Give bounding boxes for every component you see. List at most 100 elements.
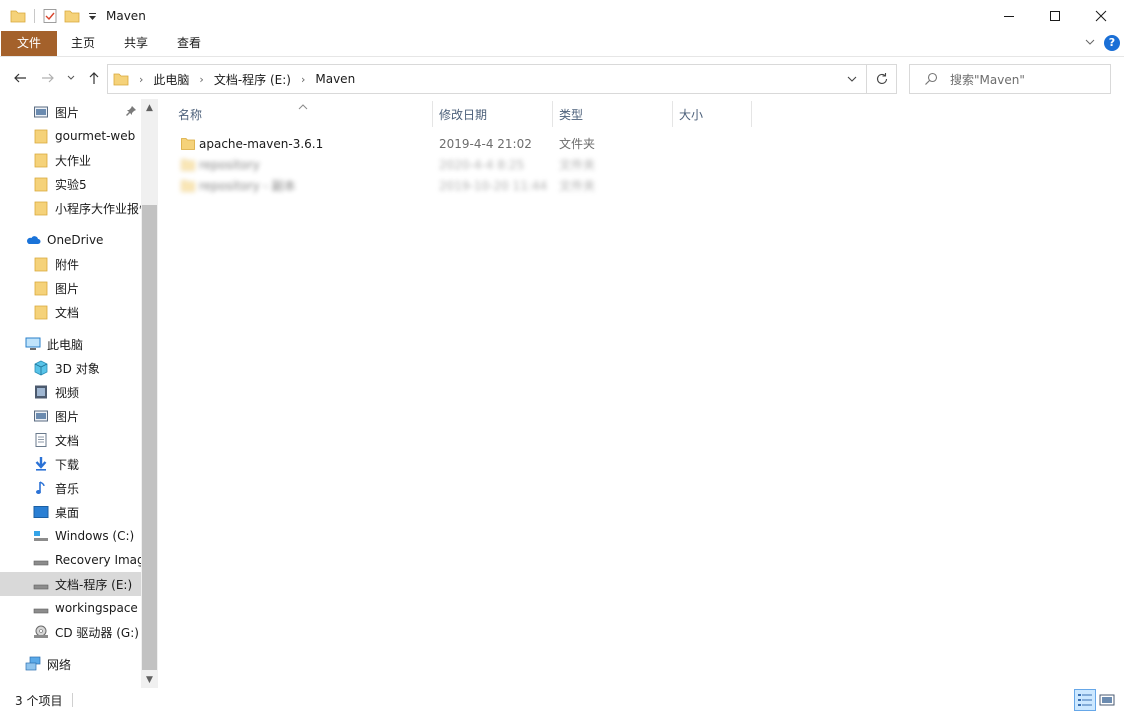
quick-access-toolbar: Maven [0,0,146,31]
ribbon-tabs: 文件 主页 共享 查看 ? [0,31,1124,57]
sidebar-item-3d-objects[interactable]: 3D 对象 [0,356,141,380]
music-icon [33,480,49,496]
close-button[interactable] [1078,0,1124,31]
folder-icon [33,200,49,216]
folder-icon [181,137,195,150]
table-row[interactable]: repository - 副本 2019-10-20 11:44 文件夹 [178,176,738,197]
sidebar-item-experiment5[interactable]: 实验5 [0,172,141,196]
refresh-icon [876,73,887,85]
back-button[interactable] [10,68,30,88]
new-folder-icon[interactable] [64,8,80,24]
table-row[interactable]: apache-maven-3.6.1 2019-4-4 21:02 文件夹 [178,134,738,155]
scroll-down-icon[interactable]: ▼ [141,671,158,688]
sidebar-item-onedrive-documents[interactable]: 文档 [0,300,141,324]
customize-toolbar-icon[interactable] [86,8,98,24]
expand-ribbon-icon[interactable] [1084,36,1096,51]
sidebar-item-music[interactable]: 音乐 [0,476,141,500]
sidebar-item-pictures[interactable]: 图片 [0,404,141,428]
scrollbar-thumb[interactable] [142,205,157,670]
file-type: 文件夹 [559,179,596,193]
sidebar-item-this-pc[interactable]: 此电脑 [0,332,141,356]
sidebar-item-drive-e[interactable]: 文档-程序 (E:) [0,572,141,596]
window-title: Maven [106,8,146,23]
folder-icon [33,280,49,296]
sidebar-item-workingspace[interactable]: workingspace [0,596,141,620]
sidebar-item-attachments[interactable]: 附件 [0,252,141,276]
details-view-icon [1078,694,1092,706]
tab-share[interactable]: 共享 [110,31,162,56]
help-icon[interactable]: ? [1104,35,1120,51]
table-row[interactable]: repository 2020-4-4 8:25 文件夹 [178,155,738,176]
minimize-button[interactable] [986,0,1032,31]
file-name: repository [199,158,260,172]
maximize-button[interactable] [1032,0,1078,31]
sidebar-item-downloads[interactable]: 下载 [0,452,141,476]
column-header-size[interactable]: 大小 [673,101,751,127]
scroll-up-icon[interactable]: ▲ [141,99,158,116]
address-dropdown-icon[interactable] [846,73,858,88]
pictures-icon [33,408,49,424]
file-date: 2020-4-4 8:25 [439,158,525,172]
up-button[interactable] [84,68,104,88]
video-icon [33,384,49,400]
chevron-right-icon[interactable]: › [301,73,305,86]
computer-icon [25,336,41,352]
drive-icon [33,576,49,592]
breadcrumb-this-pc[interactable]: 此电脑 [153,71,189,88]
forward-button[interactable] [38,68,58,88]
sidebar-item-network[interactable]: 网络 [0,652,141,676]
sidebar-item-videos[interactable]: 视频 [0,380,141,404]
folder-icon [33,304,49,320]
details-view-button[interactable] [1074,689,1096,711]
file-list: 名称 修改日期 类型 大小 apache-maven-3.6.1 2019-4-… [158,99,1124,688]
sidebar-item-onedrive-pictures[interactable]: 图片 [0,276,141,300]
search-input[interactable]: 搜索"Maven" [950,71,1025,88]
sidebar-item-documents[interactable]: 文档 [0,428,141,452]
folder-icon [33,152,49,168]
network-icon [25,656,41,672]
sidebar-item-recovery[interactable]: Recovery Image [0,548,141,572]
chevron-right-icon[interactable]: › [199,73,203,86]
tab-view[interactable]: 查看 [163,31,215,56]
sidebar-item-pictures-quick[interactable]: 图片 [0,100,141,124]
folder-icon [113,71,129,87]
large-icons-view-button[interactable] [1096,689,1118,711]
column-divider[interactable] [751,101,752,127]
column-header-type[interactable]: 类型 [553,101,672,127]
desktop-icon [33,504,49,520]
navigation-pane: 图片 gourmet-web 大作业 实验5 小程序大作业报告 OneDrive… [0,99,158,688]
sidebar-scrollbar[interactable]: ▲ ▼ [141,99,158,688]
tab-file[interactable]: 文件 [1,31,57,56]
sidebar-item-drive-c[interactable]: Windows (C:) [0,524,141,548]
recent-locations-button[interactable] [63,68,79,88]
sidebar-item-miniprogram-report[interactable]: 小程序大作业报告 [0,196,141,220]
folder-icon [33,128,49,144]
file-date: 2019-10-20 11:44 [439,179,548,193]
item-count: 3 个项目 [15,693,63,708]
refresh-button[interactable] [867,64,897,94]
sidebar-item-big-assignment[interactable]: 大作业 [0,148,141,172]
search-icon [924,72,938,86]
sidebar-item-desktop[interactable]: 桌面 [0,500,141,524]
window-controls [986,0,1124,31]
sidebar-item-cd-drive[interactable]: CD 驱动器 (G:) [0,620,141,644]
column-header-date[interactable]: 修改日期 [433,101,552,127]
breadcrumb-drive-e[interactable]: 文档-程序 (E:) [214,71,291,88]
download-icon [33,456,49,472]
pin-icon[interactable] [125,105,137,120]
folder-icon [181,179,195,192]
chevron-right-icon: › [139,72,144,86]
tab-home[interactable]: 主页 [57,31,109,56]
documents-icon [33,432,49,448]
column-header-name[interactable]: 名称 [172,101,432,127]
sidebar-item-onedrive[interactable]: OneDrive [0,228,141,252]
sidebar-item-gourmet-web[interactable]: gourmet-web [0,124,141,148]
address-bar[interactable]: › 此电脑 › 文档-程序 (E:) › Maven [107,64,867,94]
status-divider [72,693,74,707]
breadcrumb-maven[interactable]: Maven [315,72,355,86]
properties-icon[interactable] [42,8,58,24]
cd-drive-icon [33,624,49,640]
search-box[interactable]: 搜索"Maven" [909,64,1111,94]
file-name: repository - 副本 [199,179,296,193]
large-icons-view-icon [1099,694,1115,706]
